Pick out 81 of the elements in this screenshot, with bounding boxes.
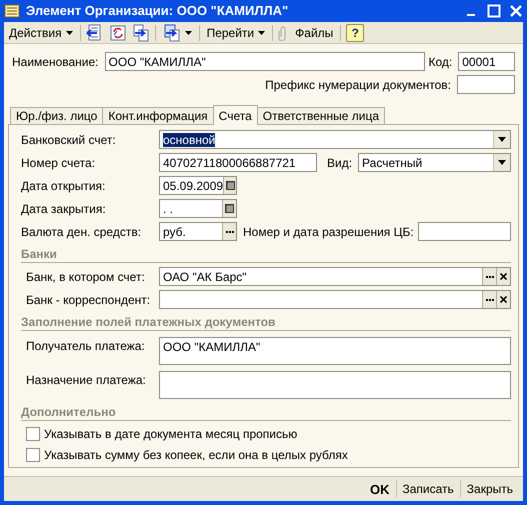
dialog-button[interactable]: Закрыть — [460, 482, 519, 496]
caret-icon — [258, 30, 266, 34]
field-label: Валюта ден. средств: — [21, 224, 142, 239]
cb-permit-field[interactable] — [418, 222, 511, 242]
field-label: Вид: — [327, 156, 352, 170]
dropdown-icon — [498, 160, 506, 166]
copy-arrow-icon — [162, 24, 181, 42]
tab[interactable]: Ответственные лица — [256, 107, 386, 124]
clear-button[interactable] — [496, 268, 510, 286]
field-label: Дата закрытия: — [21, 202, 107, 216]
help-button[interactable]: ? — [346, 24, 364, 42]
field-label: Банковский счет: — [21, 132, 117, 147]
actions-menu[interactable]: Действия — [7, 26, 75, 40]
date-field[interactable]: . . — [159, 199, 237, 218]
text-area[interactable] — [159, 371, 511, 400]
section-heading: Банки — [21, 247, 511, 264]
tab[interactable]: Конт.информация — [102, 107, 214, 124]
field-value: . . — [163, 202, 174, 216]
dialog-button[interactable]: OK — [364, 482, 396, 497]
bank-field[interactable]: ОАО "АК Барс" — [159, 267, 511, 286]
select-button[interactable] — [482, 291, 496, 308]
text-area[interactable]: ООО "КАМИЛЛА" — [159, 337, 511, 366]
field-label: Номер счета: — [21, 156, 96, 170]
section-heading: Заполнение полей платежных документов — [21, 315, 511, 332]
calendar-button[interactable] — [222, 200, 236, 218]
dropdown-icon — [498, 137, 506, 142]
calendar-icon — [226, 181, 235, 190]
prefix-field[interactable] — [457, 75, 515, 94]
account-number-field[interactable]: 40702711800066887721 — [159, 153, 317, 172]
clear-icon — [500, 296, 507, 304]
tab[interactable]: Юр./физ. лицо — [10, 107, 104, 124]
maximize-icon[interactable] — [487, 4, 501, 18]
copy-arrow-icon[interactable] — [132, 24, 150, 42]
name-field[interactable]: ООО "КАМИЛЛА" — [104, 52, 424, 72]
bank-account-combo[interactable]: основной — [159, 130, 511, 150]
code-field[interactable]: 00001 — [458, 52, 515, 72]
dropdown-button[interactable] — [493, 154, 510, 172]
calendar-icon — [225, 204, 234, 214]
ellipsis-icon — [226, 230, 234, 233]
clear-button[interactable] — [496, 291, 510, 308]
section-heading: Дополнительно — [21, 405, 511, 422]
field-label: Наименование: — [12, 54, 99, 69]
account-type-combo[interactable]: Расчетный — [358, 153, 511, 172]
date-field[interactable]: 05.09.2009 — [159, 176, 237, 196]
field-value: основной — [163, 132, 216, 147]
field-label: Получатель платежа: — [26, 338, 146, 354]
field-value: 05.09.2009 — [163, 178, 224, 193]
select-button[interactable] — [482, 268, 496, 286]
checkbox[interactable] — [26, 448, 40, 462]
bank-field[interactable] — [159, 290, 511, 310]
field-label: Банк - корреспондент: — [26, 292, 152, 307]
paperclip-icon — [278, 24, 288, 40]
caret-icon — [184, 30, 192, 34]
ellipsis-icon — [486, 298, 494, 301]
window-title: Элемент Организации: ООО "КАМИЛЛА" — [26, 3, 290, 18]
dialog-button[interactable]: Записать — [396, 482, 460, 496]
calendar-button[interactable] — [223, 177, 236, 194]
field-label: Назначение платежа: — [26, 372, 147, 388]
refresh-icon[interactable] — [108, 24, 127, 42]
checkbox[interactable] — [26, 426, 40, 441]
select-button[interactable] — [222, 223, 236, 240]
field-value: руб. — [163, 224, 187, 239]
ellipsis-icon — [486, 276, 494, 278]
field-label: Дата открытия: — [21, 178, 106, 193]
tab[interactable]: Счета — [212, 105, 258, 126]
goto-menu[interactable]: Перейти — [204, 26, 268, 40]
currency-field[interactable]: руб. — [159, 222, 237, 242]
clear-icon — [500, 273, 507, 280]
caret-icon — [66, 30, 73, 34]
files-button[interactable]: Файлы — [293, 26, 336, 40]
field-label: Банк, в котором счет: — [26, 270, 146, 284]
checkbox-label: Указывать сумму без копеек, если она в целых рублях — [44, 448, 348, 462]
field-label: Номер и дата разрешения ЦБ: — [243, 224, 414, 239]
checkbox-label: Указывать в дате документа месяц прописью — [44, 426, 298, 441]
close-icon[interactable] — [509, 4, 523, 18]
field-label: Код: — [428, 54, 452, 69]
field-value: Расчетный — [362, 156, 424, 170]
field-value: ОАО "АК Барс" — [163, 270, 248, 284]
dropdown-button[interactable] — [493, 131, 510, 148]
form-icon — [4, 4, 20, 18]
field-label: Префикс нумерации документов: — [265, 78, 451, 92]
